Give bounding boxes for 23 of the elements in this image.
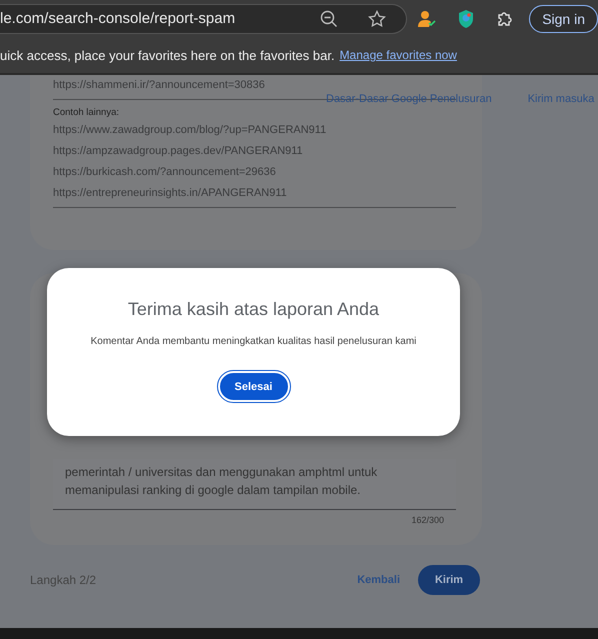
- example-url: https://www.zawadgroup.com/blog/?up=PANGERAN911: [53, 123, 328, 138]
- url-text: le.com/search-console/report-spam: [0, 10, 236, 27]
- sign-in-button[interactable]: Sign in: [529, 4, 598, 32]
- profile-check-icon[interactable]: [417, 10, 438, 28]
- example-url: https://burkicash.com/?announcement=29636: [53, 165, 277, 180]
- star-icon[interactable]: [368, 10, 386, 28]
- shield-icon[interactable]: [457, 8, 476, 28]
- dialog-title: Terima kasih atas laporan Anda: [128, 299, 380, 320]
- manage-favorites-link[interactable]: Manage favorites now: [340, 48, 457, 62]
- examples-heading: Contoh lainnya:: [53, 106, 120, 120]
- submit-button[interactable]: Kirim: [418, 565, 480, 595]
- favorites-hint: uick access, place your favorites here on the favorites bar.: [0, 48, 335, 62]
- example-url: https://shammeni.ir/?announcement=30836: [53, 78, 266, 93]
- character-counter: 162/300: [410, 514, 445, 525]
- zoom-out-icon[interactable]: [320, 10, 338, 28]
- done-button[interactable]: Selesai: [218, 371, 290, 402]
- comment-text: pemerintah / universitas dan menggunakan amphtml untuk: [65, 464, 378, 481]
- example-url: https://entrepreneurinsights.in/APANGERAN911: [53, 186, 288, 201]
- step-indicator: Langkah 2/2: [30, 573, 98, 587]
- comment-text: memanipulasi ranking di google dalam tampilan mobile.: [65, 482, 362, 499]
- example-url: https://ampzawadgroup.pages.dev/PANGERAN911: [53, 144, 304, 159]
- address-bar[interactable]: le.com/search-console/report-spam: [0, 4, 408, 34]
- dialog-message: Komentar Anda membantu meningkatkan kualitas hasil penelusuran kami: [90, 336, 416, 347]
